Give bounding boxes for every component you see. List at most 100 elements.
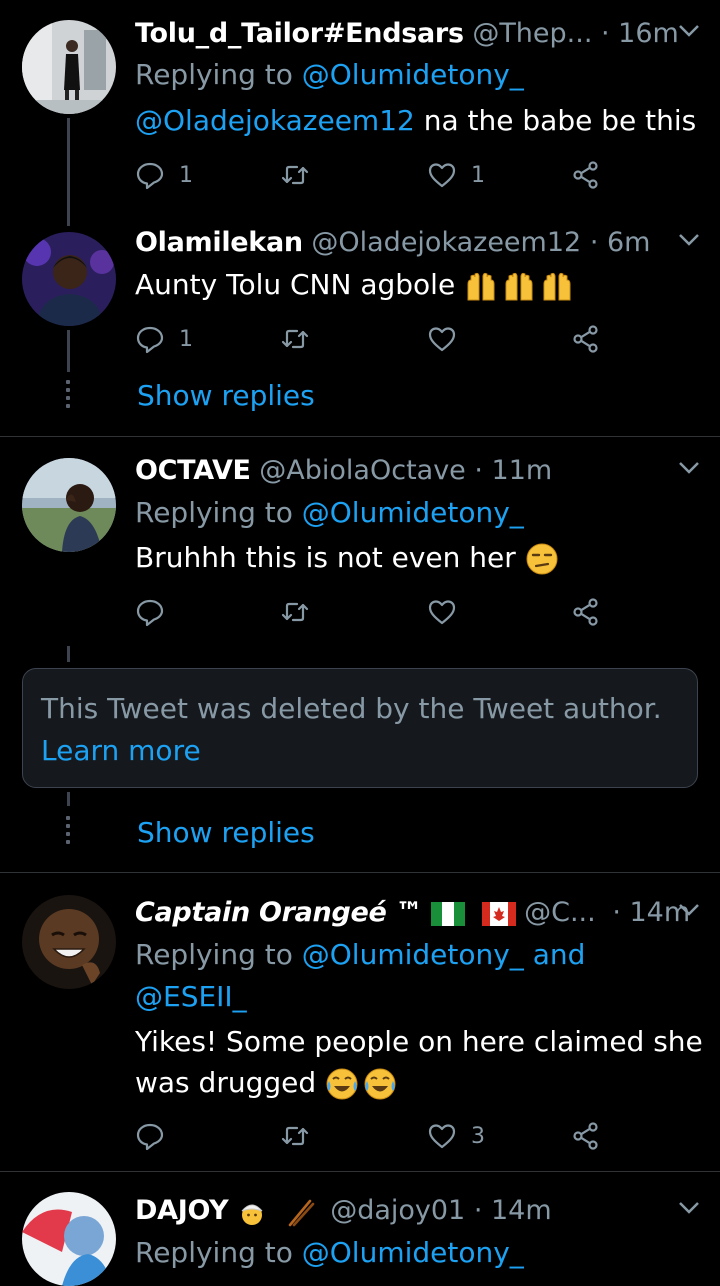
username[interactable]: @Oladejokazeem12 [311, 227, 581, 258]
mention-link[interactable]: @ESEII_ [135, 980, 247, 1013]
avatar[interactable] [22, 1192, 116, 1286]
chevron-down-icon[interactable] [678, 1201, 700, 1215]
tweet-text: Aunty Tolu CNN agbole [135, 265, 700, 305]
retweet-button[interactable] [280, 592, 324, 632]
share-icon [573, 598, 598, 626]
show-replies-link[interactable]: Show replies [137, 376, 315, 416]
display-name[interactable]: Captain Orangeé ™ [135, 897, 423, 928]
learn-more-link[interactable]: Learn more [41, 731, 201, 771]
show-replies-link[interactable]: Show replies [137, 813, 315, 853]
nigeria-flag-icon [430, 901, 465, 926]
tweet-body: Bruhhh this is not even her [135, 541, 516, 574]
timestamp[interactable]: · 14m [474, 1195, 552, 1226]
retweet-icon [281, 329, 309, 349]
share-button[interactable] [571, 592, 601, 632]
raised-hands-emoji [467, 272, 571, 301]
mention-link[interactable]: @Olumidetony_ [302, 496, 524, 529]
replying-to: Replying to @Olumidetony_ [135, 493, 700, 533]
share-button[interactable] [571, 319, 601, 359]
timestamp[interactable]: · 16m [601, 18, 679, 49]
replying-to-cont: @ESEII_ [135, 977, 700, 1017]
thread-dots [66, 380, 70, 412]
thread-line [67, 646, 70, 662]
deleted-tweet-notice: This Tweet was deleted by the Tweet auth… [22, 668, 698, 788]
action-bar [135, 592, 615, 632]
tweet-text: Bruhhh this is not even her [135, 538, 700, 578]
username[interactable]: @AbiolaOctave [259, 455, 466, 486]
avatar[interactable] [22, 20, 116, 114]
divider [0, 1171, 720, 1172]
username[interactable]: @C... [524, 897, 596, 928]
thread-line [67, 330, 70, 372]
chevron-down-icon[interactable] [678, 461, 700, 475]
chevron-down-icon[interactable] [678, 903, 700, 917]
username[interactable]: @Thep... [472, 18, 592, 49]
like-icon [428, 327, 456, 352]
chevron-down-icon[interactable] [678, 24, 700, 38]
retweet-icon [281, 602, 309, 622]
chopsticks-emoji [288, 1199, 314, 1226]
reply-count: 1 [179, 162, 193, 188]
mention-link[interactable]: @Olumidetony_ [302, 1236, 524, 1269]
username[interactable]: @dajoy01 [330, 1195, 465, 1226]
reply-button[interactable]: 1 [135, 155, 193, 195]
retweet-button[interactable] [280, 155, 324, 195]
divider [0, 872, 720, 873]
tweet-header: Olamilekan @Oladejokazeem12 · 6m [135, 223, 700, 263]
tweet-body: Yikes! Some people on here claimed she [135, 1025, 703, 1058]
mention-link[interactable]: @Olumidetony_ and [302, 938, 586, 971]
replying-prefix: Replying to [135, 496, 293, 529]
unamused-face-emoji [526, 543, 558, 575]
replying-prefix: Replying to [135, 938, 293, 971]
like-count: 1 [471, 162, 485, 188]
display-name[interactable]: DAJOY [135, 1195, 229, 1226]
avatar[interactable] [22, 232, 116, 326]
avatar[interactable] [22, 458, 116, 552]
tweet-text: was drugged [135, 1063, 700, 1103]
mention-link[interactable]: @Olumidetony_ [302, 58, 524, 91]
mention-link[interactable]: @Oladejokazeem12 [135, 104, 415, 137]
replying-to: Replying to @Olumidetony_ [135, 1233, 700, 1273]
retweet-button[interactable] [280, 319, 324, 359]
reply-count: 1 [179, 326, 193, 352]
reply-icon [136, 326, 164, 354]
tweet-text: Yikes! Some people on here claimed she [135, 1022, 703, 1062]
display-name[interactable]: OCTAVE [135, 455, 251, 486]
display-name[interactable]: Tolu_d_Tailor#Endsars [135, 18, 464, 49]
retweet-icon [281, 1126, 309, 1146]
action-bar: 1 [135, 319, 615, 359]
tweet-header: Captain Orangeé ™ @C... · 14m [135, 893, 700, 933]
divider [0, 436, 720, 437]
action-bar: 3 [135, 1116, 615, 1156]
share-icon [573, 325, 598, 353]
avatar[interactable] [22, 895, 116, 989]
like-count: 3 [471, 1123, 485, 1149]
like-icon [428, 163, 456, 188]
like-button[interactable]: 1 [427, 155, 485, 195]
thread-line [67, 792, 70, 806]
thread-dots [66, 816, 70, 848]
chevron-down-icon[interactable] [678, 233, 700, 247]
replying-prefix: Replying to [135, 1236, 293, 1269]
share-button[interactable] [571, 1116, 601, 1156]
thread-line [67, 118, 70, 226]
share-button[interactable] [571, 155, 601, 195]
display-name[interactable]: Olamilekan [135, 227, 303, 258]
like-icon [428, 1124, 456, 1149]
timestamp[interactable]: · 11m [474, 455, 552, 486]
reply-button[interactable] [135, 592, 179, 632]
retweet-button[interactable] [280, 1116, 324, 1156]
tweet-header: DAJOY @dajoy01 · 14m [135, 1191, 700, 1231]
tweet-header: OCTAVE @AbiolaOctave · 11m [135, 451, 700, 491]
like-button[interactable] [427, 592, 471, 632]
replying-to: Replying to @Olumidetony_ and [135, 935, 700, 975]
person-with-turban-emoji [241, 1204, 263, 1225]
timestamp[interactable]: · 6m [590, 227, 651, 258]
like-button[interactable]: 3 [427, 1116, 485, 1156]
reply-button[interactable] [135, 1116, 179, 1156]
like-button[interactable] [427, 319, 471, 359]
reply-icon [136, 599, 164, 627]
replying-to: Replying to @Olumidetony_ [135, 55, 700, 95]
reply-button[interactable]: 1 [135, 319, 193, 359]
deleted-notice-text: This Tweet was deleted by the Tweet auth… [41, 692, 662, 725]
